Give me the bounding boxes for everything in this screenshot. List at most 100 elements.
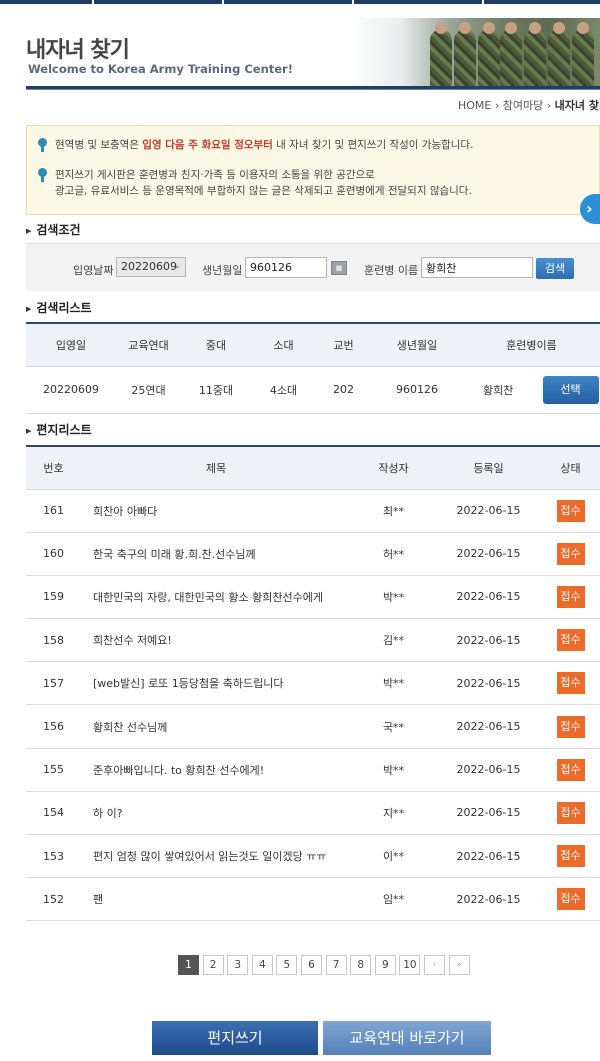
breadcrumb-home[interactable]: HOME [458,99,491,112]
result-section-title: ▶ 검색리스트 [26,301,92,315]
column-header-author: 작성자 [378,461,409,475]
chevron-down-icon: ⌄ [173,261,181,271]
select-button[interactable]: 선택 [542,375,599,404]
page-link-5[interactable]: 5 [276,955,298,975]
chevron-right-icon: › [494,99,503,112]
table-row[interactable]: 156 황희찬 선수님께 국** 2022-06-15 접수 [26,705,600,749]
chevron-right-icon[interactable]: › [580,194,600,224]
table-row[interactable]: 160 한국 축구의 미래 황.희.찬.선수님께 허** 2022-06-15 접수 [26,532,600,576]
cell-name-select: 황희찬 선택 [463,366,600,413]
table-row[interactable]: 158 희찬선수 저예요! 김** 2022-06-15 접수 [26,619,600,662]
goto-regiment-button[interactable]: 교육연대 바로가기 [323,1021,491,1055]
column-header-date: 등록일 [473,461,504,475]
page-subtitle: Welcome to Korea Army Training Center! [28,62,293,76]
column-header: 중대 [205,338,227,352]
letter-subject-link[interactable]: 황희찬 선수님께 [81,705,351,748]
search-result-table: 입영일 교육연대 중대 소대 교번 생년월일 훈련병이름 20220609 25… [26,322,600,414]
status-badge: 접수 [556,672,585,695]
status-badge: 접수 [556,801,585,824]
write-letter-button[interactable]: 편지쓰기 [152,1021,318,1055]
table-row[interactable]: 154 하 이? 지** 2022-06-15 접수 [26,791,600,835]
last-page-icon[interactable]: » [448,955,470,975]
page-link-1[interactable]: 1 [178,955,199,975]
page-link-9[interactable]: 9 [374,955,396,975]
breadcrumb-parent[interactable]: 참여마당 [503,99,543,112]
table-header-row: 번호 제목 작성자 등록일 상태 [26,446,600,489]
cell-enlist-date: 20220609 [43,383,99,396]
birth-date-label: 생년월일 [202,264,243,277]
notice-highlight: 입영 다음 주 화요일 정오부터 [142,139,273,151]
cell-regiment: 25연대 [131,383,166,397]
birth-date-input[interactable] [245,257,327,278]
search-form: 입영날짜 20220609 ⌄ 생년월일 ▦ 훈련병 이름 검색 [26,243,600,291]
letter-subject-link[interactable]: [web발신] 로또 1등당첨을 축하드립니다 [81,662,351,705]
table-row[interactable]: 159 대한민국의 자랑, 대한민국의 황소 황희찬선수에게 박** 2022-06-… [26,575,600,619]
column-header: 교육연대 [128,338,169,352]
chevron-right-icon: › [546,99,555,112]
page-link-4[interactable]: 4 [251,955,273,975]
letter-subject-link[interactable]: 준후아빠입니다. to 황희찬 선수에게! [81,748,351,791]
table-row[interactable]: 157 [web발신] 로또 1등당첨을 축하드립니다 박** 2022-06-15 접… [26,662,600,705]
page-link-7[interactable]: 7 [325,955,347,975]
table-row[interactable]: 153 편지 엄청 많이 쌓여있어서 읽는것도 일이겠당 ㅠㅠ 이** 2022-06… [26,835,600,878]
column-header: 생년월일 [396,338,438,352]
page-link-10[interactable]: 10 [399,955,421,975]
letter-section-title: ▶ 편지리스트 [26,423,92,437]
page-link-6[interactable]: 6 [301,955,322,975]
column-header: 소대 [273,338,294,352]
soldiers-banner-image [350,18,600,86]
letter-subject-link[interactable]: 하 이? [81,791,351,834]
trainee-name: 황희찬 [483,383,514,397]
cell-number: 202 [333,383,354,396]
notice-box: 현역병 및 보충역은 입영 다음 주 화요일 정오부터 내 자녀 찾기 및 편지… [26,125,600,215]
letter-subject-link[interactable]: 팬 [81,878,351,921]
breadcrumb-current: 내자녀 찾 [554,99,599,112]
trainee-name-label: 훈련병 이름 [364,264,419,277]
search-button[interactable]: 검색 [536,258,574,279]
column-header: 교번 [333,338,354,352]
cell-company: 11중대 [198,383,234,397]
letter-list-table: 번호 제목 작성자 등록일 상태 161 희찬아 아빠다 최** 2022-06-15… [26,445,600,921]
letter-subject-link[interactable]: 희찬선수 저예요! [81,619,351,662]
enlist-date-label: 입영날짜 [73,264,114,277]
column-header: 훈련병이름 [506,338,557,352]
letter-subject-link[interactable]: 편지 엄청 많이 쌓여있어서 읽는것도 일이겠당 ㅠㅠ [81,835,351,878]
status-badge: 접수 [556,888,585,911]
status-badge: 접수 [556,585,585,608]
table-row[interactable]: 155 준후아빠입니다. to 황희찬 선수에게! 박** 2022-06-15 접수 [26,748,600,792]
status-badge: 접수 [556,758,585,781]
letter-subject-link[interactable]: 대한민국의 자랑, 대한민국의 황소 황희찬선수에게 [81,575,351,618]
notice-item: 편지쓰기 게시판은 훈련병과 친지·가족 등 이용자의 소통을 위한 공간으로 … [37,167,472,199]
status-badge: 접수 [556,629,585,652]
table-row[interactable]: 161 희찬아 아빠다 최** 2022-06-15 접수 [26,489,600,533]
page-header: 내자녀 찾기 Welcome to Korea Army Training Ce… [26,18,600,90]
page-link-3[interactable]: 3 [227,955,249,975]
column-header-subject: 제목 [205,461,227,475]
page-link-8[interactable]: 8 [350,955,372,975]
status-badge: 접수 [556,845,585,868]
column-header-no: 번호 [43,461,64,475]
enlist-date-select[interactable]: 20220609 ⌄ [116,257,186,277]
table-header-row: 입영일 교육연대 중대 소대 교번 생년월일 훈련병이름 [26,323,600,366]
calendar-icon[interactable]: ▦ [331,261,347,275]
trainee-name-input[interactable] [421,257,533,278]
top-bar [0,0,600,4]
notice-item: 현역병 및 보충역은 입영 다음 주 화요일 정오부터 내 자녀 찾기 및 편지… [37,137,473,153]
table-row: 20220609 25연대 11중대 4소대 202 960126 황희찬 선택 [26,366,600,413]
column-header: 입영일 [55,338,87,352]
cell-platoon: 4소대 [269,383,298,397]
pin-icon [37,168,48,182]
page-link-2[interactable]: 2 [202,955,224,975]
pin-icon [37,138,48,152]
letter-subject-link[interactable]: 한국 축구의 미래 황.희.찬.선수님께 [81,532,351,575]
triangle-right-icon: ▶ [26,427,32,435]
table-row[interactable]: 152 팬 임** 2022-06-15 접수 [26,878,600,921]
triangle-right-icon: ▶ [26,305,32,313]
search-section-title: ▶ 검색조건 [26,223,81,237]
letter-subject-link[interactable]: 희찬아 아빠다 [81,489,351,532]
breadcrumb: HOME › 참여마당 › 내자녀 찾 [458,97,599,113]
next-page-icon[interactable]: › [424,955,445,975]
cell-birth: 960126 [396,383,438,396]
status-badge: 접수 [556,715,585,738]
status-badge: 접수 [556,499,585,522]
